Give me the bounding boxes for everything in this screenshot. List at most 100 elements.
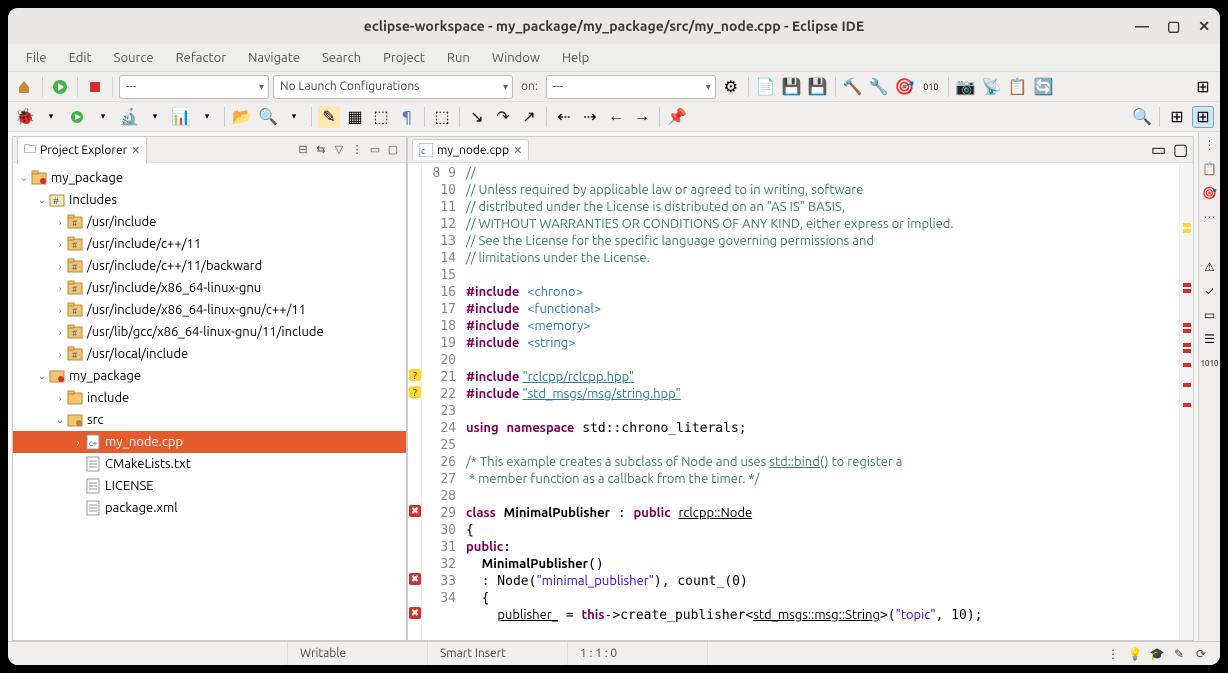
tree-item[interactable]: CMakeLists.txt <box>13 453 406 475</box>
camera-icon[interactable]: 📷 <box>955 76 977 98</box>
project-explorer-tab[interactable]: 🗀 Project Explorer ✕ <box>17 136 147 164</box>
error-marker[interactable]: ✖ <box>409 607 421 619</box>
tree-item[interactable]: ›#/usr/lib/gcc/x86_64-linux-gnu/11/inclu… <box>13 321 406 343</box>
chevron-down-icon[interactable]: ▾ <box>40 106 62 128</box>
new-icon[interactable]: 📄 <box>755 76 777 98</box>
maximize-view-icon[interactable]: ▢ <box>385 142 401 158</box>
menu-help[interactable]: Help <box>552 47 599 69</box>
gear-icon[interactable]: ⚙ <box>720 76 742 98</box>
chevron-down-icon[interactable]: ▾ <box>144 106 166 128</box>
tree-twisty[interactable]: › <box>53 261 67 272</box>
view-menu-icon[interactable]: ⋮ <box>349 142 365 158</box>
properties-icon[interactable]: ☰ <box>1201 330 1219 348</box>
menu-file[interactable]: File <box>16 47 57 69</box>
edit-status-icon[interactable]: ✎ <box>1168 643 1190 665</box>
search-toolbar-icon[interactable]: 🔍 <box>1131 106 1153 128</box>
coverage-icon[interactable]: 📊 <box>170 106 192 128</box>
target-icon[interactable]: 🎯 <box>894 76 916 98</box>
block-select-icon[interactable]: ▦ <box>344 106 366 128</box>
close-button[interactable]: ✕ <box>1198 18 1210 35</box>
clipboard-icon[interactable]: 📋 <box>1007 76 1029 98</box>
prev-edit-icon[interactable]: ⇠ <box>553 106 575 128</box>
minimize-view-icon[interactable]: ▭ <box>367 142 383 158</box>
minimize-editor-icon[interactable]: ▭ <box>1151 140 1167 159</box>
tree-twisty[interactable]: ⌄ <box>35 370 49 382</box>
tree-item[interactable]: package.xml <box>13 497 406 519</box>
tree-item[interactable]: ›#/usr/local/include <box>13 343 406 365</box>
wrench-icon[interactable]: 🔧 <box>868 76 890 98</box>
tip-icon[interactable]: 💡 <box>1124 643 1146 665</box>
open-type-icon[interactable]: 📂 <box>231 106 253 128</box>
tree-item[interactable]: ›include <box>13 387 406 409</box>
close-icon[interactable]: ✕ <box>131 144 140 157</box>
menu-run[interactable]: Run <box>437 47 480 69</box>
tree-item[interactable]: ›#/usr/include/x86_64-linux-gnu/c++/11 <box>13 299 406 321</box>
tree-twisty[interactable]: › <box>53 283 67 294</box>
wrap-icon[interactable]: ⬚ <box>431 106 453 128</box>
tree-item[interactable]: ›#/usr/include <box>13 211 406 233</box>
tree-item[interactable]: ›c+my_node.cpp <box>13 431 406 453</box>
academy-icon[interactable]: 🎓 <box>1146 643 1168 665</box>
open-perspective-icon[interactable]: ⊞ <box>1192 76 1214 98</box>
overview-ruler[interactable] <box>1179 163 1193 640</box>
tree-item[interactable]: ›#/usr/include/c++/11/backward <box>13 255 406 277</box>
launch-mode-dropdown[interactable]: --- <box>119 75 269 99</box>
tree-item[interactable]: ⌄my_package <box>13 365 406 387</box>
forward-icon[interactable]: → <box>631 106 653 128</box>
close-icon[interactable]: ✕ <box>513 144 522 157</box>
save-icon[interactable]: 💾 <box>781 76 803 98</box>
status-menu-icon[interactable]: ⋮ <box>1102 643 1124 665</box>
menu-source[interactable]: Source <box>104 47 164 69</box>
tree-twisty[interactable]: › <box>53 305 67 316</box>
cpp-perspective-icon[interactable]: ⊞ <box>1192 106 1214 128</box>
problems-icon[interactable]: ⚠ <box>1201 258 1219 276</box>
menu-navigate[interactable]: Navigate <box>238 47 310 69</box>
line-number-gutter[interactable]: 8 9 10 11 12 13 14 15 16 17 18 19 20 21 … <box>422 163 462 640</box>
step-return-icon[interactable]: ↗ <box>518 106 540 128</box>
tree-item[interactable]: ⌄src <box>13 409 406 431</box>
menu-edit[interactable]: Edit <box>59 47 102 69</box>
tasks-icon[interactable]: ✓ <box>1201 282 1219 300</box>
tree-twisty[interactable]: › <box>53 349 67 360</box>
sync-icon[interactable]: ⟳ <box>1190 643 1212 665</box>
perspective-switch-icon[interactable]: ⊞ <box>1166 106 1188 128</box>
toggle-mark-icon[interactable]: ✎ <box>318 106 340 128</box>
tree-item[interactable]: ›#/usr/include/c++/11 <box>13 233 406 255</box>
menu-refactor[interactable]: Refactor <box>166 47 237 69</box>
marker-bar[interactable]: ??✖✖✖ <box>408 163 422 640</box>
tree-item[interactable]: ⌄#Includes <box>13 189 406 211</box>
filter-icon[interactable]: ▽ <box>331 142 347 158</box>
code-editor[interactable]: // // Unless required by applicable law … <box>462 163 1179 640</box>
step-over-icon[interactable]: ↷ <box>492 106 514 128</box>
tree-twisty[interactable]: › <box>53 327 67 338</box>
minimize-button[interactable]: — <box>1135 18 1149 35</box>
tree-twisty[interactable]: › <box>53 393 67 404</box>
warning-marker[interactable]: ? <box>409 386 421 398</box>
chevron-down-icon[interactable]: ▾ <box>283 106 305 128</box>
error-marker[interactable]: ✖ <box>409 505 421 517</box>
menu-search[interactable]: Search <box>312 47 371 69</box>
debug-icon[interactable]: 🐞 <box>14 106 36 128</box>
editor-tab[interactable]: c my_node.cpp ✕ <box>412 139 529 160</box>
tree-twisty[interactable]: › <box>71 437 85 448</box>
stop-icon[interactable] <box>84 76 106 98</box>
tree-twisty[interactable]: › <box>53 239 67 250</box>
menu-window[interactable]: Window <box>482 47 550 69</box>
build-hammer-icon[interactable]: 🔨 <box>842 76 864 98</box>
collapse-all-icon[interactable]: ⊟ <box>295 142 311 158</box>
back-icon[interactable]: ← <box>605 106 627 128</box>
console-icon[interactable]: ▭ <box>1201 306 1219 324</box>
profile-icon[interactable]: 🔬 <box>118 106 140 128</box>
show-whitespace-icon[interactable]: ⬚ <box>370 106 392 128</box>
chevron-down-icon[interactable]: ▾ <box>92 106 114 128</box>
launch-config-dropdown[interactable]: No Launch Configurations <box>273 75 513 99</box>
tree-twisty[interactable]: ⌄ <box>53 414 67 426</box>
link-editor-icon[interactable]: ⇆ <box>313 142 329 158</box>
outline-view-icon[interactable]: 📋 <box>1201 160 1219 178</box>
pin-icon[interactable]: 📌 <box>666 106 688 128</box>
target-trim-icon[interactable]: 🎯 <box>1201 184 1219 202</box>
warning-marker[interactable]: ? <box>409 369 421 381</box>
tree-item[interactable]: LICENSE <box>13 475 406 497</box>
maximize-editor-icon[interactable]: ▢ <box>1173 140 1189 159</box>
project-tree[interactable]: ⌄my_package⌄#Includes›#/usr/include›#/us… <box>13 163 406 640</box>
